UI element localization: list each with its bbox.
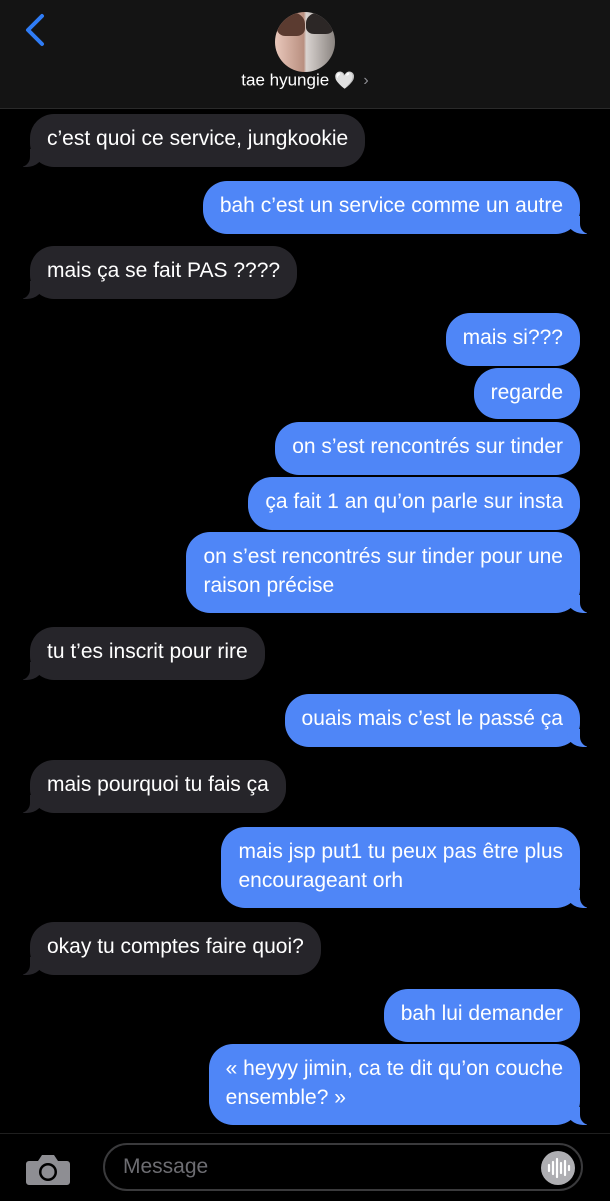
message-bubble-outgoing[interactable]: ça fait 1 an qu’on parle sur insta (248, 477, 580, 530)
message-bubble-outgoing[interactable]: bah lui demander (383, 989, 580, 1042)
message-text: regarde (490, 381, 563, 404)
message-bubble-incoming[interactable]: mais ça se fait PAS ???? (15, 246, 298, 299)
message-text-line: mais jsp put1 tu peux pas être plus (238, 840, 563, 863)
contact-name: tae hyungie (241, 70, 330, 90)
audio-waveform-button[interactable] (541, 1151, 575, 1185)
message-bubble-incoming[interactable]: c’est quoi ce service, jungkookie (15, 114, 366, 167)
message-text-line: raison précise (203, 574, 335, 597)
message-bubble-outgoing[interactable]: regarde (473, 368, 580, 419)
message-input-placeholder: Message (123, 1155, 209, 1178)
message-text: c’est quoi ce service, jungkookie (47, 127, 349, 150)
message-text: mais si??? (462, 326, 563, 349)
message-bubble-outgoing[interactable]: mais si??? (445, 313, 580, 366)
message-composer-bar: Message (0, 1133, 610, 1201)
message-text-line: on s’est rencontrés sur tinder pour une (203, 545, 563, 568)
message-bubble-outgoing[interactable]: « heyyy jimin, ca te dit qu’on couche ens… (208, 1044, 595, 1125)
audio-waveform-icon (547, 1157, 571, 1179)
message-bubble-outgoing[interactable]: mais jsp put1 tu peux pas être plus encou… (221, 827, 594, 908)
message-text-line: « heyyy jimin, ca te dit qu’on couche (225, 1057, 563, 1080)
message-text: bah c’est un service comme un autre (219, 194, 563, 217)
conversation-header: tae hyungie 🤍 › (0, 0, 610, 109)
message-text: ouais mais c’est le passé ça (301, 707, 563, 730)
message-text: on s’est rencontrés sur tinder (292, 435, 563, 458)
message-text: ça fait 1 an qu’on parle sur insta (265, 490, 563, 513)
chevron-right-icon: › (363, 71, 369, 89)
message-bubble-incoming[interactable]: mais pourquoi tu fais ça (16, 760, 286, 813)
message-input[interactable]: Message (103, 1143, 583, 1191)
message-bubble-incoming[interactable]: tu t’es inscrit pour rire (16, 627, 265, 680)
message-bubble-outgoing[interactable]: on s’est rencontrés sur tinder (275, 422, 580, 475)
message-bubble-outgoing[interactable]: on s’est rencontrés sur tinder pour une r… (186, 532, 594, 613)
message-text-line: encourageant orh (238, 869, 404, 892)
camera-icon[interactable] (25, 1152, 71, 1186)
contact-name-button[interactable]: tae hyungie 🤍 › (0, 70, 610, 91)
message-text: okay tu comptes faire quoi? (47, 935, 304, 958)
message-bubble-outgoing[interactable]: bah c’est un service comme un autre (202, 181, 595, 234)
white-heart-icon: 🤍 (334, 70, 356, 90)
message-text: mais ça se fait PAS ???? (47, 259, 281, 282)
back-chevron-icon[interactable] (22, 12, 52, 48)
message-text-line: ensemble? » (225, 1086, 346, 1109)
message-bubble-incoming[interactable]: okay tu comptes faire quoi? (16, 922, 321, 975)
message-text: mais pourquoi tu fais ça (47, 773, 269, 796)
contact-avatar[interactable] (275, 12, 335, 72)
message-text: tu t’es inscrit pour rire (47, 640, 248, 663)
message-bubble-outgoing[interactable]: ouais mais c’est le passé ça (284, 694, 595, 747)
message-text: bah lui demander (400, 1002, 563, 1025)
